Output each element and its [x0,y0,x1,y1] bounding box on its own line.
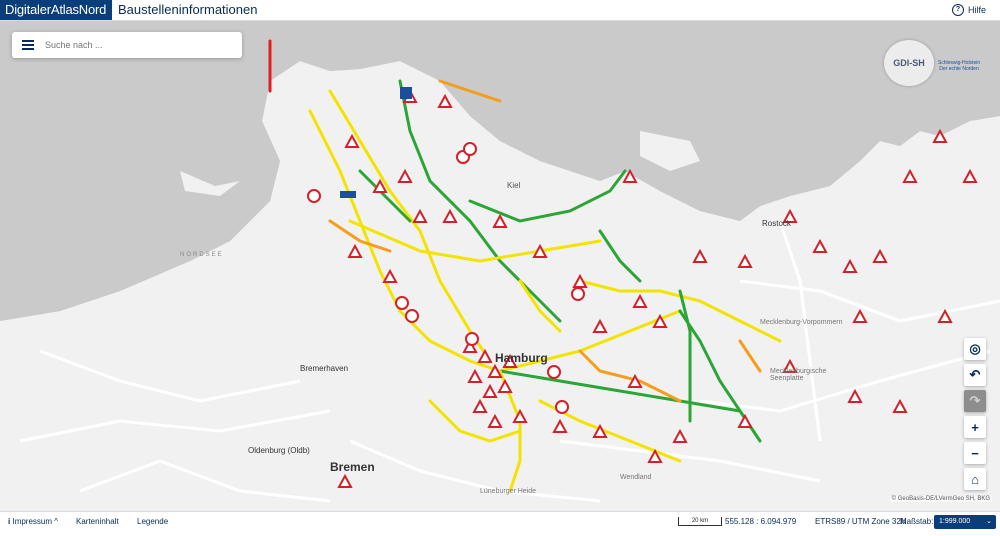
label-lueneburger-heide: Lüneburger Heide [480,488,537,495]
impressum-link[interactable]: i Impressum ^ [8,512,58,536]
scale-select[interactable]: 1:999.000 ⌄ [934,515,996,529]
zoom-out-button[interactable]: − [964,442,986,464]
app-title: Baustelleninformationen [118,2,258,17]
massstab-label: Maßstab: [900,517,934,526]
info-icon: i [8,517,11,526]
scale-bar: 20 km [678,517,722,526]
search-box[interactable] [12,32,242,58]
chevron-down-icon: ⌄ [986,518,992,525]
map-controls: ◎ ↶ ↷ + − ⌂ [964,338,986,490]
partner-logo: Schleswig-Holstein Der echte Norden [934,60,984,72]
footer-bar: i Impressum ^ Karteninhalt Legende 20 km… [0,511,1000,536]
label-nordsee: NORDSEE [180,252,224,258]
zoom-in-button[interactable]: + [964,416,986,438]
impressum-label: Impressum [12,517,53,526]
menu-icon[interactable] [22,40,34,50]
label-kiel: Kiel [507,181,521,190]
chevron-up-icon: ^ [54,517,59,526]
help-icon: ? [951,4,964,16]
partner-line2: Der echte Norden [939,66,979,72]
label-rostock: Rostock [762,219,791,228]
legende-link[interactable]: Legende [137,512,168,536]
label-wendland: Wendland [620,474,652,481]
label-hamburg: Hamburg [495,351,548,365]
crs-label: ETRS89 / UTM Zone 32N [815,517,907,526]
label-mecklenburg: Mecklenburgische Seenplatte [770,368,827,382]
undo-icon[interactable]: ↶ [964,364,986,386]
coordinates-readout: 555.128 : 6.094.979 [725,517,797,526]
label-oldenburg: Oldenburg (Oldb) [248,446,310,455]
map-attribution: © GeoBasis-DE/LVermGeo SH, BKG [889,496,992,502]
help-button[interactable]: ? Hilfe [951,0,986,20]
scale-select-value: 1:999.000 [939,518,971,525]
help-label: Hilfe [967,5,986,15]
map-canvas[interactable]: NORDSEE Kiel Hamburg Rostock Bremen Brem… [0,21,1000,511]
map-svg [0,21,1000,511]
label-bremen: Bremen [330,460,375,474]
app-header: DigitalerAtlasNord Baustelleninformation… [0,0,1000,21]
karteninhalt-link[interactable]: Karteninhalt [76,512,119,536]
redo-icon[interactable]: ↷ [964,390,986,412]
gdi-sh-logo: GDI-SH [884,40,934,86]
brand-logo[interactable]: DigitalerAtlasNord [0,0,113,20]
locate-icon[interactable]: ◎ [964,338,986,360]
label-bremerhaven: Bremerhaven [300,364,349,373]
search-input[interactable] [43,39,227,51]
label-mecklenburg-vorpommern: Mecklenburg-Vorpommern [760,319,843,326]
home-icon[interactable]: ⌂ [964,468,986,490]
